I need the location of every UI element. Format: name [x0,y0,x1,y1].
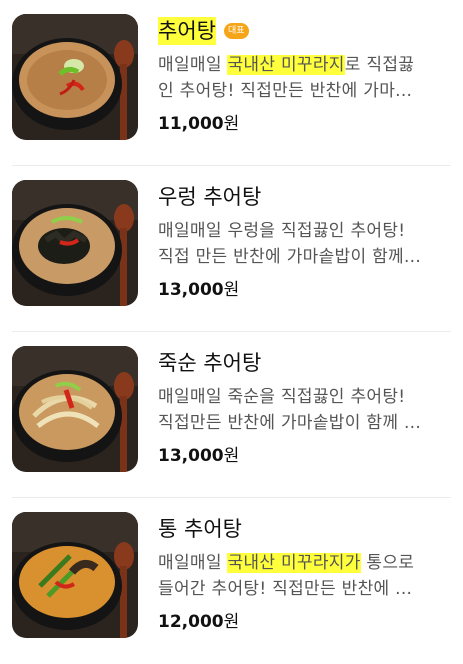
menu-item-bamboo-chueotang[interactable]: 죽순 추어탕 매일매일 죽순을 직접끓인 추어탕! 직접만든 반찬에 가마솥밥이… [12,332,451,498]
menu-item-name: 우렁 추어탕 [158,185,262,209]
menu-item-description: 매일매일 우렁을 직접끓인 추어탕! 직접 만든 반찬에 가마솥밥이 함께... [158,218,451,270]
menu-item-image[interactable] [12,346,138,472]
menu-item-image[interactable] [12,180,138,306]
desc-text: 들어간 추어탕! 직접만든 반찬에 ... [158,579,413,599]
desc-text: 로 직접끓 [344,55,415,75]
desc-text: 통으로 [360,553,415,573]
desc-text: 매일매일 [158,553,228,573]
price-number: 11,000 [158,114,224,134]
menu-item-name: 통 추어탕 [158,517,242,541]
price-unit: 원 [223,446,240,466]
menu-item-description: 매일매일 국내산 미꾸라지로 직접끓 인 추어탕! 직접만든 반찬에 가마... [158,52,451,104]
desc-text: 직접 만든 반찬에 가마솥밥이 함께... [158,247,422,267]
price-number: 13,000 [158,446,224,466]
desc-text: 매일매일 죽순을 직접끓인 추어탕! [158,387,406,407]
menu-item-description: 매일매일 국내산 미꾸라지가 통으로 들어간 추어탕! 직접만든 반찬에 ... [158,550,451,602]
desc-text: 직접만든 반찬에 가마솥밥이 함께 ... [158,413,422,433]
menu-item-image[interactable] [12,14,138,140]
price-unit: 원 [223,114,240,134]
menu-item-name: 죽순 추어탕 [158,351,262,375]
price-unit: 원 [223,612,240,632]
menu-item-price: 11,000원 [158,112,451,136]
price-number: 12,000 [158,612,224,632]
desc-text: 매일매일 [158,55,228,75]
signature-badge: 대표 [223,23,249,39]
menu-item-image[interactable] [12,512,138,638]
menu-item-name: 추어탕 [158,17,216,45]
desc-text: 매일매일 우렁을 직접끓인 추어탕! [158,221,406,241]
desc-highlight: 국내산 미꾸라지가 [227,553,361,573]
menu-item-price: 13,000원 [158,278,451,302]
menu-item-snail-chueotang[interactable]: 우렁 추어탕 매일매일 우렁을 직접끓인 추어탕! 직접 만든 반찬에 가마솥밥… [12,166,451,332]
menu-item-chueotang[interactable]: 추어탕 대표 매일매일 국내산 미꾸라지로 직접끓 인 추어탕! 직접만든 반찬… [12,0,451,166]
price-unit: 원 [223,280,240,300]
menu-item-whole-chueotang[interactable]: 통 추어탕 매일매일 국내산 미꾸라지가 통으로 들어간 추어탕! 직접만든 반… [12,498,451,664]
price-number: 13,000 [158,280,224,300]
menu-item-price: 13,000원 [158,444,451,468]
menu-list: 추어탕 대표 매일매일 국내산 미꾸라지로 직접끓 인 추어탕! 직접만든 반찬… [0,0,463,664]
desc-text: 인 추어탕! 직접만든 반찬에 가마... [158,81,413,101]
desc-highlight: 국내산 미꾸라지 [227,55,345,75]
menu-item-description: 매일매일 죽순을 직접끓인 추어탕! 직접만든 반찬에 가마솥밥이 함께 ... [158,384,451,436]
menu-item-price: 12,000원 [158,610,451,634]
